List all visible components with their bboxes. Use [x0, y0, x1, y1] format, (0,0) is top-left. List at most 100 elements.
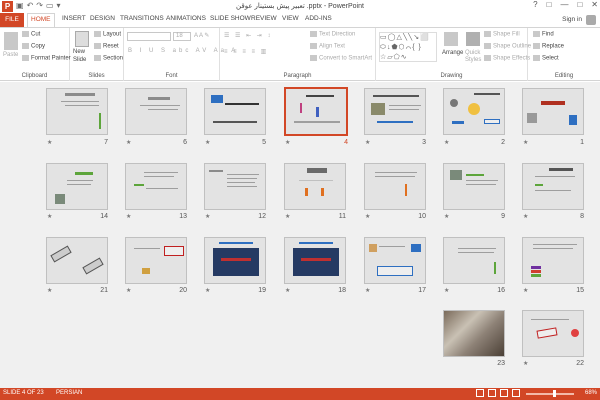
- zoom-slider[interactable]: [526, 393, 574, 395]
- transition-star-icon: ★: [444, 214, 450, 220]
- text-direction-button[interactable]: Text Direction: [310, 31, 355, 38]
- transition-star-icon: ★: [47, 140, 53, 146]
- tab-design[interactable]: DESIGN: [90, 15, 115, 22]
- replace-button[interactable]: Replace: [533, 43, 564, 50]
- slide-count-status[interactable]: SLIDE 4 OF 23: [3, 390, 44, 396]
- transition-star-icon: ★: [47, 214, 53, 220]
- slide-thumbnail-3[interactable]: [364, 88, 426, 135]
- slide-thumbnail-10[interactable]: [364, 163, 426, 210]
- close-button[interactable]: ✕: [591, 0, 598, 9]
- layout-icon: [94, 31, 101, 37]
- slide-thumbnail-20[interactable]: [125, 237, 187, 284]
- slide-thumbnail-15[interactable]: [522, 237, 584, 284]
- list-buttons[interactable]: ☰ ☰ ⇤ ⇥ ↕: [224, 32, 272, 39]
- tab-insert[interactable]: INSERT: [62, 15, 86, 22]
- select-button[interactable]: Select: [533, 55, 559, 62]
- shape-outline-button[interactable]: Shape Outline: [484, 43, 531, 50]
- slide-thumbnail-12[interactable]: [204, 163, 266, 210]
- slide-thumbnail-21[interactable]: [46, 237, 108, 284]
- font-grow-shrink[interactable]: A A ✎: [194, 32, 209, 39]
- new-slide-label[interactable]: Slide: [73, 57, 86, 63]
- slide-thumbnail-22[interactable]: [522, 310, 584, 357]
- shapes-gallery[interactable]: ▭◯△╲╲↘⬜ ⬭↓⬟⬡⌒{ } ☆▱⬠∿: [379, 32, 437, 62]
- format-painter-button[interactable]: Format Painter: [22, 55, 71, 62]
- tab-animations[interactable]: ANIMATIONS: [166, 15, 206, 22]
- slide-number: 5: [262, 139, 266, 146]
- slide-thumbnail-6[interactable]: [125, 88, 187, 135]
- slides-group: New Slide Layout Reset Section Slides: [70, 28, 124, 81]
- slide-thumbnail-4[interactable]: [284, 87, 348, 136]
- brush-icon: [22, 55, 29, 61]
- tab-add-ins[interactable]: ADD-INS: [305, 15, 332, 22]
- slide-thumbnail-1[interactable]: [522, 88, 584, 135]
- align-buttons[interactable]: ≡ ≡ ≡ ≡ ▥: [224, 48, 268, 55]
- drawing-group: ▭◯△╲╲↘⬜ ⬭↓⬟⬡⌒{ } ☆▱⬠∿ Arrange Quick Styles…: [376, 28, 531, 81]
- search-icon: [533, 31, 540, 37]
- align-text-icon: [310, 43, 317, 49]
- transition-star-icon: ★: [444, 288, 450, 294]
- slide-thumbnail-16[interactable]: [443, 237, 505, 284]
- tab-review[interactable]: REVIEW: [251, 15, 277, 22]
- zoom-slider-handle[interactable]: [553, 390, 556, 397]
- language-status[interactable]: PERSIAN: [56, 390, 82, 396]
- font-name-combo[interactable]: [127, 32, 171, 41]
- slide-thumbnail-5[interactable]: [204, 88, 266, 135]
- quick-styles-label[interactable]: Styles: [465, 57, 481, 63]
- slide-number: 2: [501, 139, 505, 146]
- new-slide-button[interactable]: New: [73, 49, 85, 55]
- transition-star-icon: ★: [523, 288, 529, 294]
- slide-thumbnail-7[interactable]: [46, 88, 108, 135]
- tab-home[interactable]: HOME: [27, 13, 55, 27]
- slide-thumbnail-23[interactable]: [443, 310, 505, 357]
- zoom-level[interactable]: 68%: [585, 390, 597, 396]
- slide-thumbnail-11[interactable]: [284, 163, 346, 210]
- minimize-button[interactable]: —: [560, 0, 568, 9]
- align-text-button[interactable]: Align Text: [310, 43, 345, 50]
- layout-button[interactable]: Layout: [94, 31, 121, 38]
- quick-styles-button[interactable]: Quick: [465, 50, 480, 56]
- slide-thumbnail-14[interactable]: [46, 163, 108, 210]
- new-slide-icon[interactable]: [75, 31, 89, 47]
- slide-thumbnail-9[interactable]: [443, 163, 505, 210]
- reset-button[interactable]: Reset: [94, 43, 119, 50]
- avatar[interactable]: [586, 15, 596, 25]
- scissors-icon: [22, 31, 29, 37]
- section-button[interactable]: Section: [94, 55, 123, 62]
- slide-thumbnail-17[interactable]: [364, 237, 426, 284]
- tab-transitions[interactable]: TRANSITIONS: [120, 15, 164, 22]
- sign-in-link[interactable]: Sign in: [562, 16, 582, 23]
- reading-view-icon[interactable]: [500, 389, 508, 397]
- tab-slide-show[interactable]: SLIDE SHOW: [210, 15, 251, 22]
- shape-effects-button[interactable]: Shape Effects: [484, 55, 530, 62]
- slide-thumbnail-2[interactable]: [443, 88, 505, 135]
- window-controls: ? □ — □ ✕: [533, 0, 598, 9]
- slide-number: 3: [422, 139, 426, 146]
- font-size-combo[interactable]: 18: [173, 32, 191, 41]
- paste-button[interactable]: Paste: [3, 52, 18, 58]
- font-label: Font: [165, 73, 178, 79]
- slide-number: 16: [497, 287, 505, 294]
- slide-sorter-view-icon[interactable]: [488, 389, 496, 397]
- slide-thumbnail-8[interactable]: [522, 163, 584, 210]
- ribbon-display-icon[interactable]: □: [547, 0, 552, 9]
- slide-thumbnail-19[interactable]: [204, 237, 266, 284]
- help-icon[interactable]: ?: [533, 0, 537, 9]
- slide-number: 17: [418, 287, 426, 294]
- slide-thumbnail-18[interactable]: [284, 237, 346, 284]
- slide-thumbnail-13[interactable]: [125, 163, 187, 210]
- quick-styles-icon[interactable]: [466, 32, 480, 46]
- paste-icon[interactable]: [4, 32, 18, 50]
- slide-number: 12: [258, 213, 266, 220]
- arrange-button[interactable]: Arrange: [442, 50, 463, 56]
- normal-view-icon[interactable]: [476, 389, 484, 397]
- shape-fill-button[interactable]: Shape Fill: [484, 31, 520, 38]
- copy-button[interactable]: Copy: [22, 43, 45, 50]
- arrange-icon[interactable]: [444, 32, 458, 46]
- maximize-button[interactable]: □: [577, 0, 582, 9]
- find-button[interactable]: Find: [533, 31, 554, 38]
- convert-smartart-button[interactable]: Convert to SmartArt: [310, 55, 372, 62]
- slideshow-view-icon[interactable]: [512, 389, 520, 397]
- cut-button[interactable]: Cut: [22, 31, 40, 38]
- tab-view[interactable]: VIEW: [282, 15, 299, 22]
- tab-file[interactable]: FILE: [0, 13, 24, 27]
